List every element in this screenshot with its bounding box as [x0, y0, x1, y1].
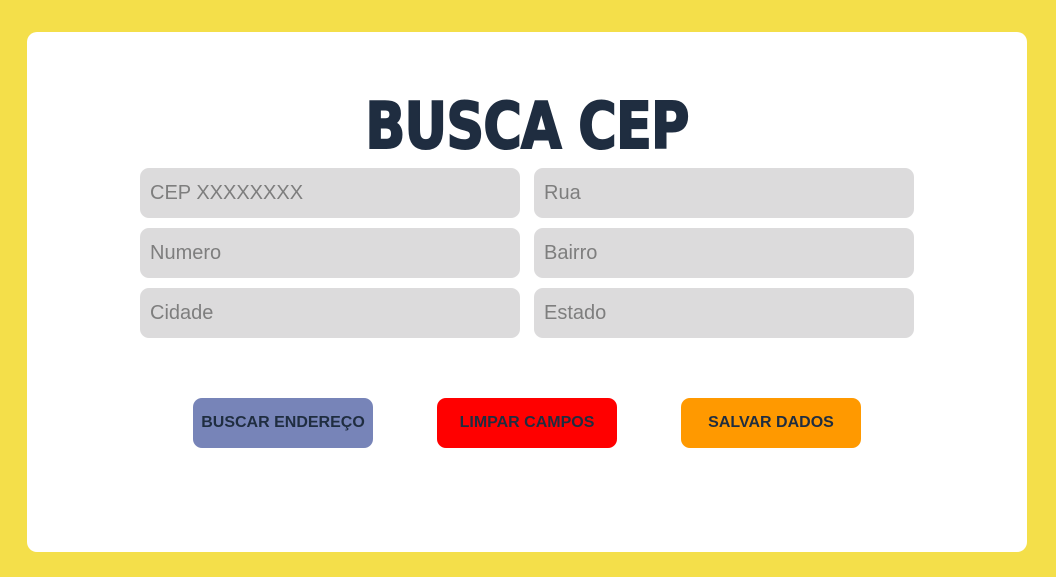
page-title: BUSCA CEP	[365, 89, 691, 165]
estado-input[interactable]	[534, 288, 914, 338]
search-address-button[interactable]: BUSCAR ENDEREÇO	[193, 398, 373, 448]
numero-input[interactable]	[140, 228, 520, 278]
rua-input[interactable]	[534, 168, 914, 218]
cidade-input[interactable]	[140, 288, 520, 338]
clear-fields-button[interactable]: LIMPAR CAMPOS	[437, 398, 617, 448]
cep-input[interactable]	[140, 168, 520, 218]
form-card: BUSCA CEP BUSCAR ENDEREÇO LIMPAR CAMPOS …	[27, 32, 1027, 552]
bairro-input[interactable]	[534, 228, 914, 278]
save-data-button[interactable]: SALVAR DADOS	[681, 398, 861, 448]
